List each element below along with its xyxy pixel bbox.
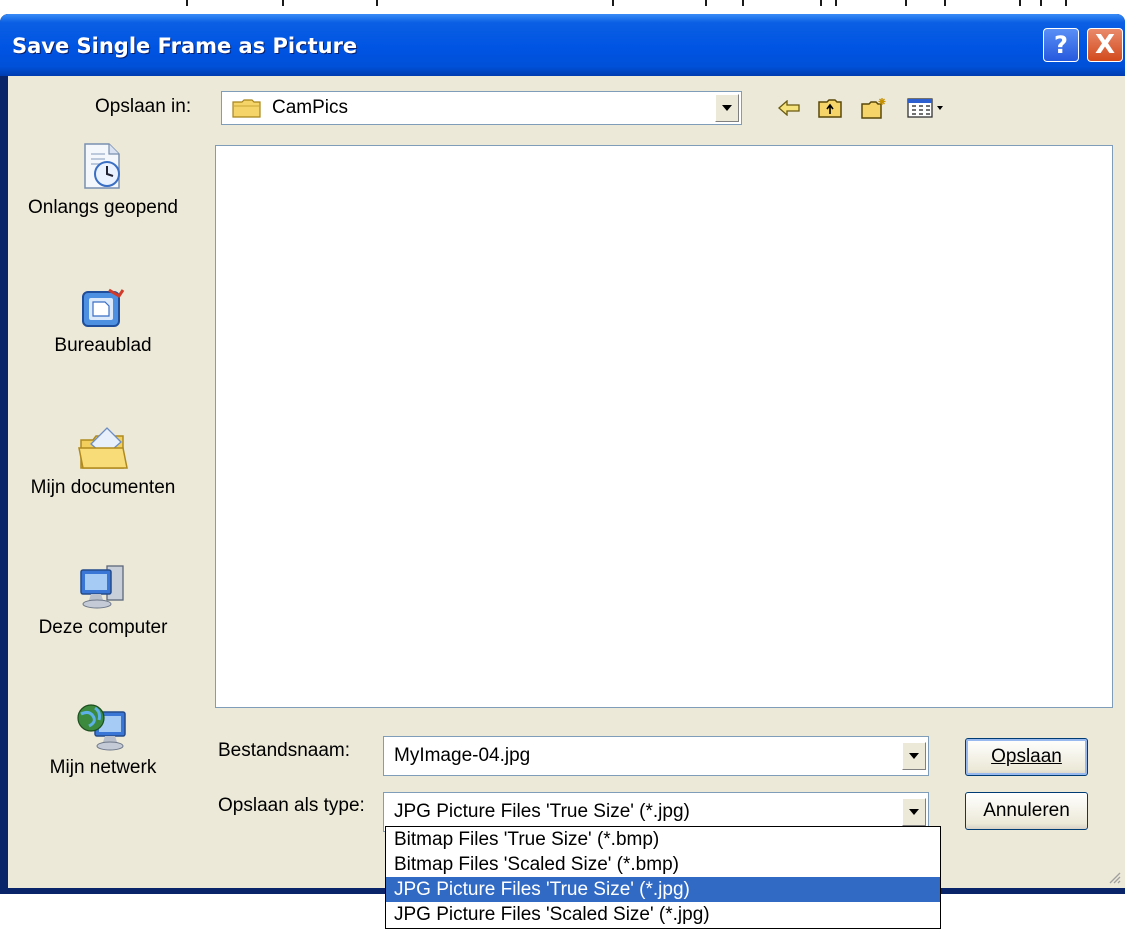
place-my-computer[interactable]: Deze computer: [8, 562, 198, 640]
chevron-down-icon: [909, 753, 919, 759]
file-list-view[interactable]: [215, 145, 1113, 708]
help-button[interactable]: ?: [1043, 28, 1079, 62]
filetype-dropdown-list: Bitmap Files 'True Size' (*.bmp) Bitmap …: [385, 826, 941, 929]
dialog-client-area: Opslaan in: CamPics Onlangs geopend Bure…: [8, 76, 1125, 888]
filetype-dropdown-button[interactable]: [902, 798, 926, 826]
filename-input[interactable]: MyImage-04.jpg: [394, 745, 530, 767]
save-button[interactable]: Opslaan: [965, 738, 1088, 776]
filetype-option-selected[interactable]: JPG Picture Files 'True Size' (*.jpg): [386, 877, 940, 902]
cancel-button[interactable]: Annuleren: [965, 792, 1088, 830]
up-folder-button[interactable]: [815, 94, 845, 122]
save-button-label: Opslaan: [991, 746, 1062, 767]
filetype-option[interactable]: Bitmap Files 'Scaled Size' (*.bmp): [386, 852, 940, 877]
new-folder-button[interactable]: [858, 94, 890, 122]
recent-documents-icon: [84, 143, 120, 189]
help-icon: ?: [1054, 31, 1068, 59]
filetype-label: Opslaan als type:: [218, 795, 365, 816]
place-label: Mijn netwerk: [49, 757, 157, 778]
my-documents-icon: [78, 427, 128, 469]
desktop-icon: [82, 288, 125, 327]
dialog-title: Save Single Frame as Picture: [12, 34, 358, 58]
places-bar: Onlangs geopend Bureaublad Mijn document…: [8, 142, 198, 782]
view-menu-icon: [907, 98, 943, 118]
place-label: Bureaublad: [54, 335, 152, 356]
back-arrow-icon: [778, 100, 800, 116]
filename-label: Bestandsnaam:: [218, 740, 351, 761]
filetype-value: JPG Picture Files 'True Size' (*.jpg): [394, 801, 690, 822]
filename-combobox[interactable]: MyImage-04.jpg: [383, 736, 929, 776]
cancel-button-label: Annuleren: [983, 800, 1070, 821]
resize-grip-icon[interactable]: [1107, 870, 1121, 884]
my-computer-icon: [80, 565, 124, 609]
lookin-value: CamPics: [272, 97, 349, 118]
filename-dropdown-button[interactable]: [902, 742, 926, 770]
chevron-down-icon: [909, 809, 919, 815]
lookin-label: Opslaan in:: [95, 96, 192, 117]
place-label: Mijn documenten: [30, 477, 176, 498]
place-label: Onlangs geopend: [27, 197, 178, 218]
close-button[interactable]: X: [1087, 28, 1123, 62]
title-bar: Save Single Frame as Picture ? X: [0, 14, 1125, 76]
place-recent[interactable]: Onlangs geopend: [8, 142, 198, 220]
view-menu-button[interactable]: [904, 94, 948, 122]
place-desktop[interactable]: Bureaublad: [8, 286, 198, 358]
filetype-option[interactable]: JPG Picture Files 'Scaled Size' (*.jpg): [386, 902, 940, 927]
lookin-combobox[interactable]: CamPics: [221, 91, 742, 125]
chevron-down-icon: [722, 105, 732, 111]
back-button[interactable]: [774, 94, 804, 122]
save-dialog: Save Single Frame as Picture ? X Opslaan…: [0, 14, 1125, 894]
up-folder-icon: [818, 99, 842, 118]
place-label: Deze computer: [38, 617, 168, 638]
background-window-strip: [0, 0, 1125, 14]
place-my-documents[interactable]: Mijn documenten: [8, 424, 198, 500]
new-folder-icon: [861, 98, 886, 119]
my-network-icon: [77, 704, 126, 751]
lookin-dropdown-button[interactable]: [715, 94, 739, 122]
close-icon: X: [1094, 30, 1116, 60]
folder-icon: [232, 99, 261, 118]
place-my-network[interactable]: Mijn netwerk: [8, 702, 198, 780]
filetype-option[interactable]: Bitmap Files 'True Size' (*.bmp): [386, 827, 940, 852]
